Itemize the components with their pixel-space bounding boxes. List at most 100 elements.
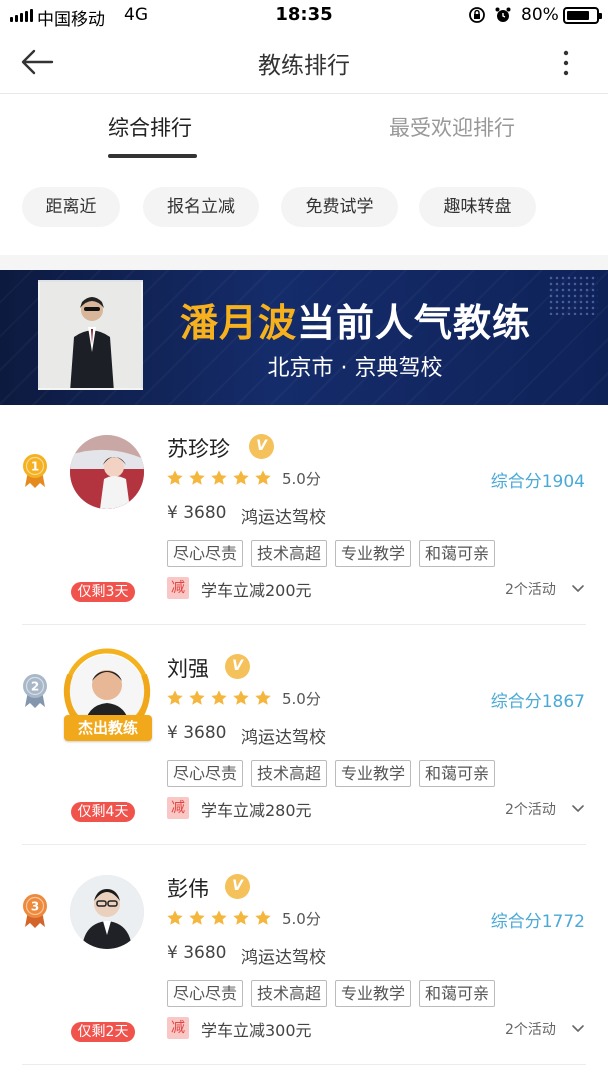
coach-tag: 和蔼可亲 — [419, 540, 496, 567]
composite-score: 综合分1772 — [490, 912, 585, 932]
outstanding-coach-badge: 杰出教练 — [64, 715, 152, 741]
banner-headline: 潘月波当前人气教练 — [180, 292, 531, 347]
coach-tag: 尽心尽责 — [167, 980, 244, 1007]
coach-tag: 技术高超 — [251, 760, 328, 787]
coach-tag: 专业教学 — [335, 980, 412, 1007]
star-icon — [254, 909, 272, 927]
coach-price: ¥ 3680 — [167, 503, 227, 523]
more-vertical-icon[interactable] — [556, 48, 576, 78]
banner-subtitle: 北京市 · 京典驾校 — [267, 356, 443, 381]
coach-tag: 技术高超 — [251, 540, 328, 567]
driving-school-name: 鸿运达驾校 — [241, 728, 326, 748]
coach-tags: 尽心尽责 技术高超 专业教学 和蔼可亲 — [167, 540, 496, 567]
coach-card-1[interactable]: 1 苏珍珍 V 5.0分 综合分1904 ¥ 3680 鸿运达驾校 尽心尽责 技术… — [0, 405, 608, 625]
coach-tag: 尽心尽责 — [167, 540, 244, 567]
verified-badge-icon: V — [225, 654, 250, 679]
tab-overall-ranking[interactable]: 综合排行 — [108, 112, 192, 142]
screen-lock-icon — [469, 7, 485, 23]
star-icon — [188, 909, 206, 927]
rating-score: 5.0分 — [282, 690, 321, 708]
banner-headline-text: 当前人气教练 — [297, 301, 532, 345]
days-remaining-badge: 仅剩2天 — [71, 1022, 135, 1042]
verified-badge-icon: V — [225, 874, 250, 899]
rating-score: 5.0分 — [282, 910, 321, 928]
chevron-down-icon[interactable] — [571, 1023, 585, 1035]
coach-name: 刘强 — [167, 657, 209, 681]
coach-card-3[interactable]: 3 彭伟 V 5.0分 综合分1772 ¥ 3680 鸿运达驾校 尽心尽责 技术高… — [0, 845, 608, 1065]
star-icon — [166, 909, 184, 927]
activities-toggle[interactable]: 2个活动 — [505, 579, 556, 599]
coach-tag: 尽心尽责 — [167, 760, 244, 787]
battery-icon — [563, 7, 602, 24]
discount-icon: 减 — [167, 1017, 189, 1039]
coach-avatar[interactable] — [70, 435, 144, 509]
filter-chip-nearby[interactable]: 距离近 — [22, 187, 120, 227]
star-rating — [166, 469, 272, 487]
page-title: 教练排行 — [258, 53, 350, 79]
filter-chips: 距离近 报名立减 免费试学 趣味转盘 — [0, 187, 608, 227]
active-tab-indicator — [108, 154, 197, 158]
star-icon — [254, 469, 272, 487]
alarm-icon — [495, 7, 511, 22]
star-icon — [210, 689, 228, 707]
coach-avatar[interactable] — [70, 875, 144, 949]
driving-school-name: 鸿运达驾校 — [241, 948, 326, 968]
row-divider — [22, 1064, 586, 1065]
section-divider — [0, 255, 608, 270]
star-icon — [254, 689, 272, 707]
coach-tags: 尽心尽责 技术高超 专业教学 和蔼可亲 — [167, 980, 496, 1007]
rank-medal-icon: 2 — [23, 674, 47, 708]
star-icon — [232, 689, 250, 707]
star-icon — [188, 469, 206, 487]
star-icon — [166, 469, 184, 487]
coach-price: ¥ 3680 — [167, 723, 227, 743]
days-remaining-badge: 仅剩4天 — [71, 802, 135, 822]
clock: 18:35 — [275, 4, 333, 25]
activities-toggle[interactable]: 2个活动 — [505, 1019, 556, 1039]
days-remaining-badge: 仅剩3天 — [71, 582, 135, 602]
discount-text: 学车立减300元 — [201, 1021, 312, 1040]
nav-bar: 教练排行 — [0, 32, 608, 94]
discount-text: 学车立减280元 — [201, 801, 312, 820]
chevron-down-icon[interactable] — [571, 583, 585, 595]
activities-toggle[interactable]: 2个活动 — [505, 799, 556, 819]
discount-text: 学车立减200元 — [201, 581, 312, 600]
coach-card-2[interactable]: 2 刘强 V 5.0分 综合分1867 ¥ 3680 鸿运达驾校 尽心尽责 技术高… — [0, 625, 608, 845]
verified-badge-icon: V — [249, 434, 274, 459]
coach-tag: 和蔼可亲 — [419, 980, 496, 1007]
chevron-down-icon[interactable] — [571, 803, 585, 815]
star-icon — [210, 909, 228, 927]
ranking-tabs: 综合排行 最受欢迎排行 — [0, 95, 608, 160]
rank-number: 3 — [31, 900, 39, 914]
filter-chip-free-trial[interactable]: 免费试学 — [281, 187, 398, 227]
star-icon — [188, 689, 206, 707]
coach-tags: 尽心尽责 技术高超 专业教学 和蔼可亲 — [167, 760, 496, 787]
battery-percent: 80% — [521, 5, 559, 25]
banner-dots-decoration — [548, 275, 598, 315]
filter-chip-lucky-wheel[interactable]: 趣味转盘 — [419, 187, 536, 227]
banner-coach-photo — [38, 280, 143, 390]
popular-coach-banner[interactable]: 潘月波当前人气教练 北京市 · 京典驾校 — [0, 270, 608, 405]
status-bar: 中国移动 4G 18:35 80% — [0, 0, 608, 32]
rank-number: 2 — [31, 680, 39, 694]
coach-tag: 技术高超 — [251, 980, 328, 1007]
coach-name: 彭伟 — [167, 877, 209, 901]
rank-number: 1 — [31, 460, 39, 474]
filter-chip-signup-discount[interactable]: 报名立减 — [143, 187, 259, 227]
rank-medal-icon: 3 — [23, 894, 47, 928]
composite-score: 综合分1904 — [490, 472, 585, 492]
coach-price: ¥ 3680 — [167, 943, 227, 963]
rank-medal-icon: 1 — [23, 454, 47, 488]
discount-icon: 减 — [167, 797, 189, 819]
rating-score: 5.0分 — [282, 470, 321, 488]
star-icon — [166, 689, 184, 707]
coach-tag: 专业教学 — [335, 760, 412, 787]
coach-tag: 和蔼可亲 — [419, 760, 496, 787]
star-icon — [210, 469, 228, 487]
discount-icon: 减 — [167, 577, 189, 599]
tab-most-popular-ranking[interactable]: 最受欢迎排行 — [389, 112, 515, 142]
composite-score: 综合分1867 — [490, 692, 585, 712]
driving-school-name: 鸿运达驾校 — [241, 508, 326, 528]
coach-name: 苏珍珍 — [167, 437, 230, 461]
star-icon — [232, 909, 250, 927]
